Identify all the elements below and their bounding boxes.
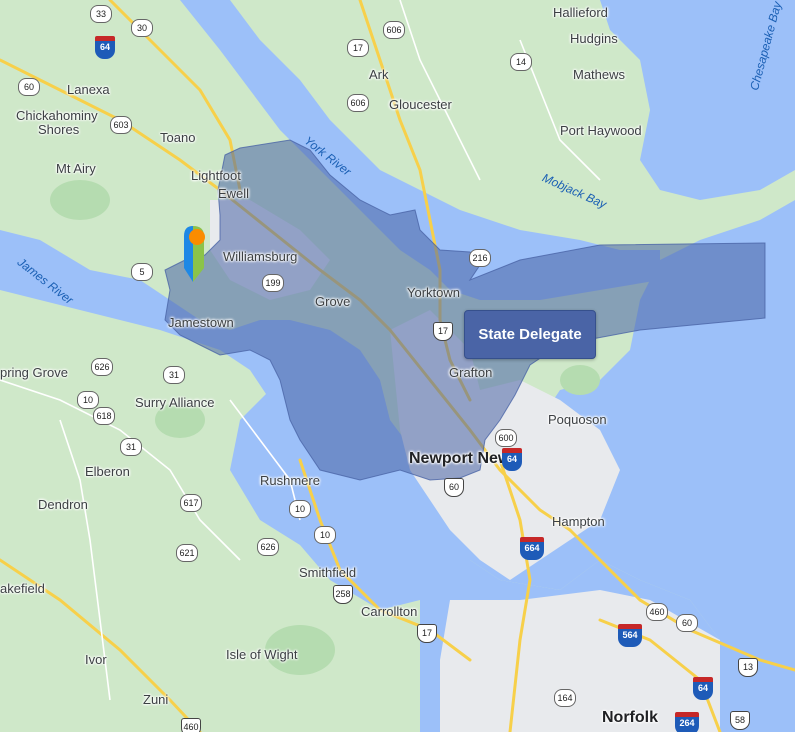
route-shield-60-e: 60 [676,614,698,632]
us-shield-258: 258 [333,585,353,604]
place-label-surry-alliance: Surry Alliance [135,395,215,410]
route-shield-17-n: 17 [347,39,369,57]
route-shield-31: 31 [163,366,185,384]
place-label-mathews: Mathews [573,67,626,82]
place-label-rushmere: Rushmere [260,473,320,488]
route-shield-626-s: 626 [257,538,279,556]
route-shield-606: 606 [347,94,369,112]
interstate-shield-64-nn: 64 [502,448,522,471]
place-label-williamsburg: Williamsburg [223,249,298,264]
route-shield-60-w: 60 [18,78,40,96]
place-label-isle-of-wight: Isle of Wight [226,647,298,662]
place-label-grove: Grove [315,294,351,309]
us-shield-17-s: 17 [417,624,437,643]
place-label-yorktown: Yorktown [407,285,460,300]
place-label-ivor: Ivor [85,652,107,667]
place-label-carrollton: Carrollton [361,604,418,619]
place-label-dendron: Dendron [38,497,88,512]
interstate-shield-64-nw: 64 [95,36,115,59]
place-label-toano: Toano [160,130,196,145]
route-shield-5: 5 [131,263,153,281]
route-shield-460: 460 [646,603,668,621]
route-shield-199: 199 [262,274,284,292]
interstate-shield-564: 564 [618,624,642,647]
route-shield-606-n: 606 [383,21,405,39]
place-label-wakefield: akefield [0,581,45,596]
place-label-chickahominy: Chickahominy [16,108,98,123]
route-shield-626: 626 [91,358,113,376]
us-shield-58: 58 [730,711,750,730]
route-shield-30: 30 [131,19,153,37]
place-label-gloucester: Gloucester [389,97,452,112]
place-label-grafton: Grafton [449,365,493,380]
interstate-shield-664: 664 [520,537,544,560]
route-shield-10-e: 10 [314,526,336,544]
place-label-spring-grove: pring Grove [0,365,68,380]
interstate-shield-264: 264 [675,712,699,732]
place-label-smithfield: Smithfield [299,565,357,580]
place-label-lanexa: Lanexa [67,82,110,97]
place-label-elberon: Elberon [85,464,130,479]
route-shield-600: 600 [495,429,517,447]
route-shield-617: 617 [180,494,202,512]
place-label-norfolk: Norfolk [602,709,658,726]
us-shield-460-s: 460 [181,718,201,732]
route-shield-33: 33 [90,5,112,23]
interstate-shield-64-e: 64 [693,677,713,700]
us-shield-60-nn: 60 [444,478,464,497]
place-label-hudgins: Hudgins [570,31,618,46]
us-shield-13: 13 [738,658,758,677]
district-tooltip[interactable]: State Delegate [464,310,596,359]
route-shield-603: 603 [110,116,132,134]
place-label-hallieford: Hallieford [553,5,608,20]
place-label-ewell: Ewell [218,186,250,201]
place-label-hampton: Hampton [552,514,605,529]
place-label-jamestown: Jamestown [168,315,234,330]
place-label-shores: Shores [38,122,80,137]
place-label-poquoson: Poquoson [548,412,607,427]
place-label-zuni: Zuni [143,692,169,707]
place-label-mt-airy: Mt Airy [56,161,96,176]
location-pin-icon[interactable] [182,224,212,284]
route-shield-14: 14 [510,53,532,71]
route-shield-10-s: 10 [289,500,311,518]
route-shield-216: 216 [469,249,491,267]
place-label-port-haywood: Port Haywood [560,123,642,138]
route-shield-31-s: 31 [120,438,142,456]
us-shield-17-mid: 17 [433,322,453,341]
place-label-ark: Ark [369,67,389,82]
route-shield-164: 164 [554,689,576,707]
map-canvas[interactable]: York River James River Mobjack Bay Chesa… [0,0,795,732]
route-shield-10: 10 [77,391,99,409]
place-label-lightfoot: Lightfoot [191,168,241,183]
route-shield-621: 621 [176,544,198,562]
route-shield-618: 618 [93,407,115,425]
